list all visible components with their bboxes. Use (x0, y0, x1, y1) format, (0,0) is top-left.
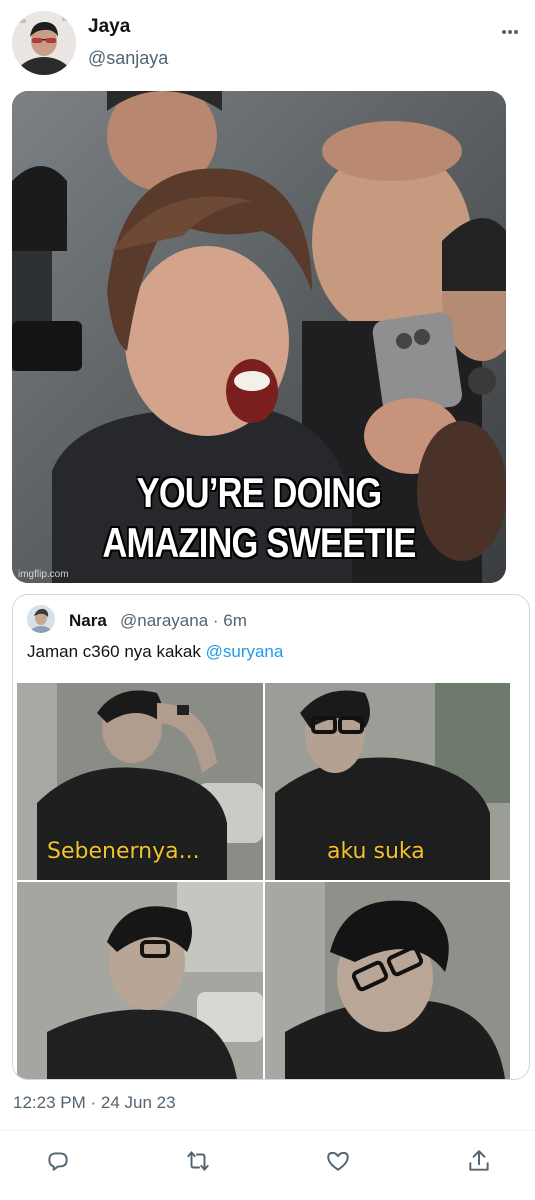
heart-icon[interactable] (324, 1147, 352, 1175)
meme-caption-line2: AMAZING SWEETIE (102, 518, 417, 567)
quoted-media-collage[interactable]: Sebenernya... aku suka (17, 683, 510, 1079)
meme-watermark: imgflip.com (18, 569, 69, 580)
divider (0, 1130, 535, 1131)
mention-link[interactable]: @suryana (206, 642, 284, 661)
tweet-media-image[interactable]: YOU’RE DOING AMAZING SWEETIE imgflip.com (12, 91, 506, 583)
quoted-text-body: Jaman c360 nya kakak (27, 642, 206, 661)
avatar[interactable] (12, 11, 76, 75)
quoted-author-handle[interactable]: @narayana · 6m (120, 611, 247, 631)
more-icon[interactable] (496, 18, 524, 46)
collage-panel-4 (265, 882, 510, 1079)
collage-label-2: aku suka (327, 839, 425, 864)
collage-panel-1: Sebenernya... (17, 683, 263, 880)
collage-panel-3 (17, 882, 263, 1079)
tweet-timestamp[interactable]: 12:23 PM · 24 Jun 23 (13, 1093, 176, 1113)
collage-panel-2: aku suka (265, 683, 510, 880)
author-handle[interactable]: @sanjaya (88, 48, 168, 69)
collage-label-1: Sebenernya... (47, 839, 200, 864)
meme-caption-line1: YOU’RE DOING (136, 468, 383, 517)
quoted-tweet[interactable]: Nara @narayana · 6m Jaman c360 nya kakak… (12, 594, 530, 1080)
tweet-header: Jaya @sanjaya (0, 0, 535, 90)
quoted-tweet-text: Jaman c360 nya kakak @suryana (27, 642, 283, 662)
avatar-photo (12, 11, 76, 75)
share-icon[interactable] (465, 1147, 493, 1175)
reply-icon[interactable] (44, 1147, 72, 1175)
author-name[interactable]: Jaya (88, 16, 130, 38)
quoted-author-name[interactable]: Nara (69, 611, 107, 631)
quoted-avatar[interactable] (27, 605, 55, 633)
retweet-icon[interactable] (184, 1147, 212, 1175)
